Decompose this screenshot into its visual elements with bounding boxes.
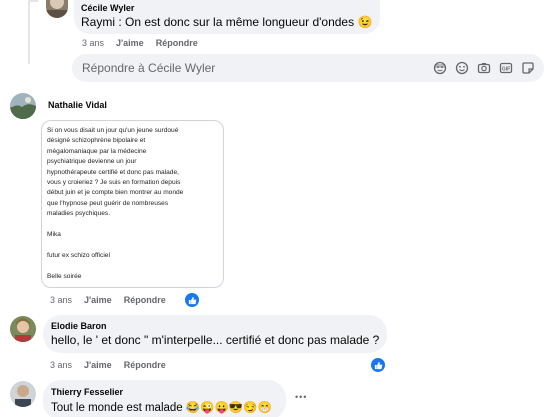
thread-line [28,0,30,64]
card-text-line: maladies psychiques. [47,210,111,218]
like-reaction-icon[interactable] [371,358,385,372]
comment-text: Tout le monde est malade 😂😜😛😎😏😁 [51,402,272,414]
reply-toolbar: GIF [432,60,536,76]
card-text-line: mégalomaniaque par la médecine [47,147,147,155]
comment-actions: 3 ans J'aime Répondre [82,38,198,48]
svg-text:GIF: GIF [502,66,510,72]
comment-time[interactable]: 3 ans [82,38,104,48]
camera-icon[interactable] [476,60,492,76]
card-text-line: que l'hypnose peut guérir de nombreuses [47,199,169,207]
reply-input[interactable]: Répondre à Cécile Wyler GIF [72,54,544,82]
card-text-line: Mika [47,231,61,238]
avatar-sticker-icon[interactable] [432,60,448,76]
comment-author[interactable]: Thierry Fesselier [51,387,123,397]
comment-actions: 3 ans J'aime Répondre [50,360,166,370]
like-reaction-icon[interactable] [185,293,199,307]
reply-button[interactable]: Répondre [156,38,198,48]
comment-image-card[interactable]: Si on vous disait un jour qu'un jeune su… [41,120,224,288]
like-button[interactable]: J'aime [84,295,112,305]
avatar[interactable] [10,381,36,407]
card-text-line: Si on vous disait un jour qu'un jeune su… [47,127,179,134]
card-text-line: futur ex schizo officiel [47,251,110,259]
comment-author[interactable]: Cécile Wyler [81,3,134,13]
card-text-line: désigné schizophrène bipolaire et [47,137,146,145]
comment-time[interactable]: 3 ans [50,360,72,370]
card-text-line: hypnothérapeute certifié et donc pas mal… [47,168,179,176]
card-text-line: Belle soirée [47,272,82,280]
reply-placeholder: Répondre à Cécile Wyler [82,61,216,75]
like-button[interactable]: J'aime [116,38,144,48]
avatar[interactable] [10,316,36,342]
gif-icon[interactable]: GIF [498,60,514,76]
sticker-icon[interactable] [520,60,536,76]
emoji-icon[interactable] [454,60,470,76]
avatar[interactable] [10,93,36,119]
comment-text: Raymi : On est donc sur la même longueur… [81,15,373,29]
thread-line [28,0,38,2]
comment-actions: 3 ans J'aime Répondre [50,295,166,305]
card-text-line: vous y croieriez ? Je suis en formation … [47,179,181,186]
card-text-line: début juin et je compte bien montrer au … [47,189,184,197]
reply-button[interactable]: Répondre [124,360,166,370]
comment-text: hello, le ' et donc " m'interpelle... ce… [51,333,380,347]
comment-author[interactable]: Nathalie Vidal [48,100,107,110]
more-options-button[interactable]: ••• [295,392,307,402]
comment-author[interactable]: Elodie Baron [51,321,107,331]
reply-button[interactable]: Répondre [124,295,166,305]
mention-link[interactable]: Raymi [81,15,115,29]
like-button[interactable]: J'aime [84,360,112,370]
avatar[interactable] [46,0,68,18]
card-text-line: psychiatrique devienne un jour [47,158,137,166]
comment-time[interactable]: 3 ans [50,295,72,305]
